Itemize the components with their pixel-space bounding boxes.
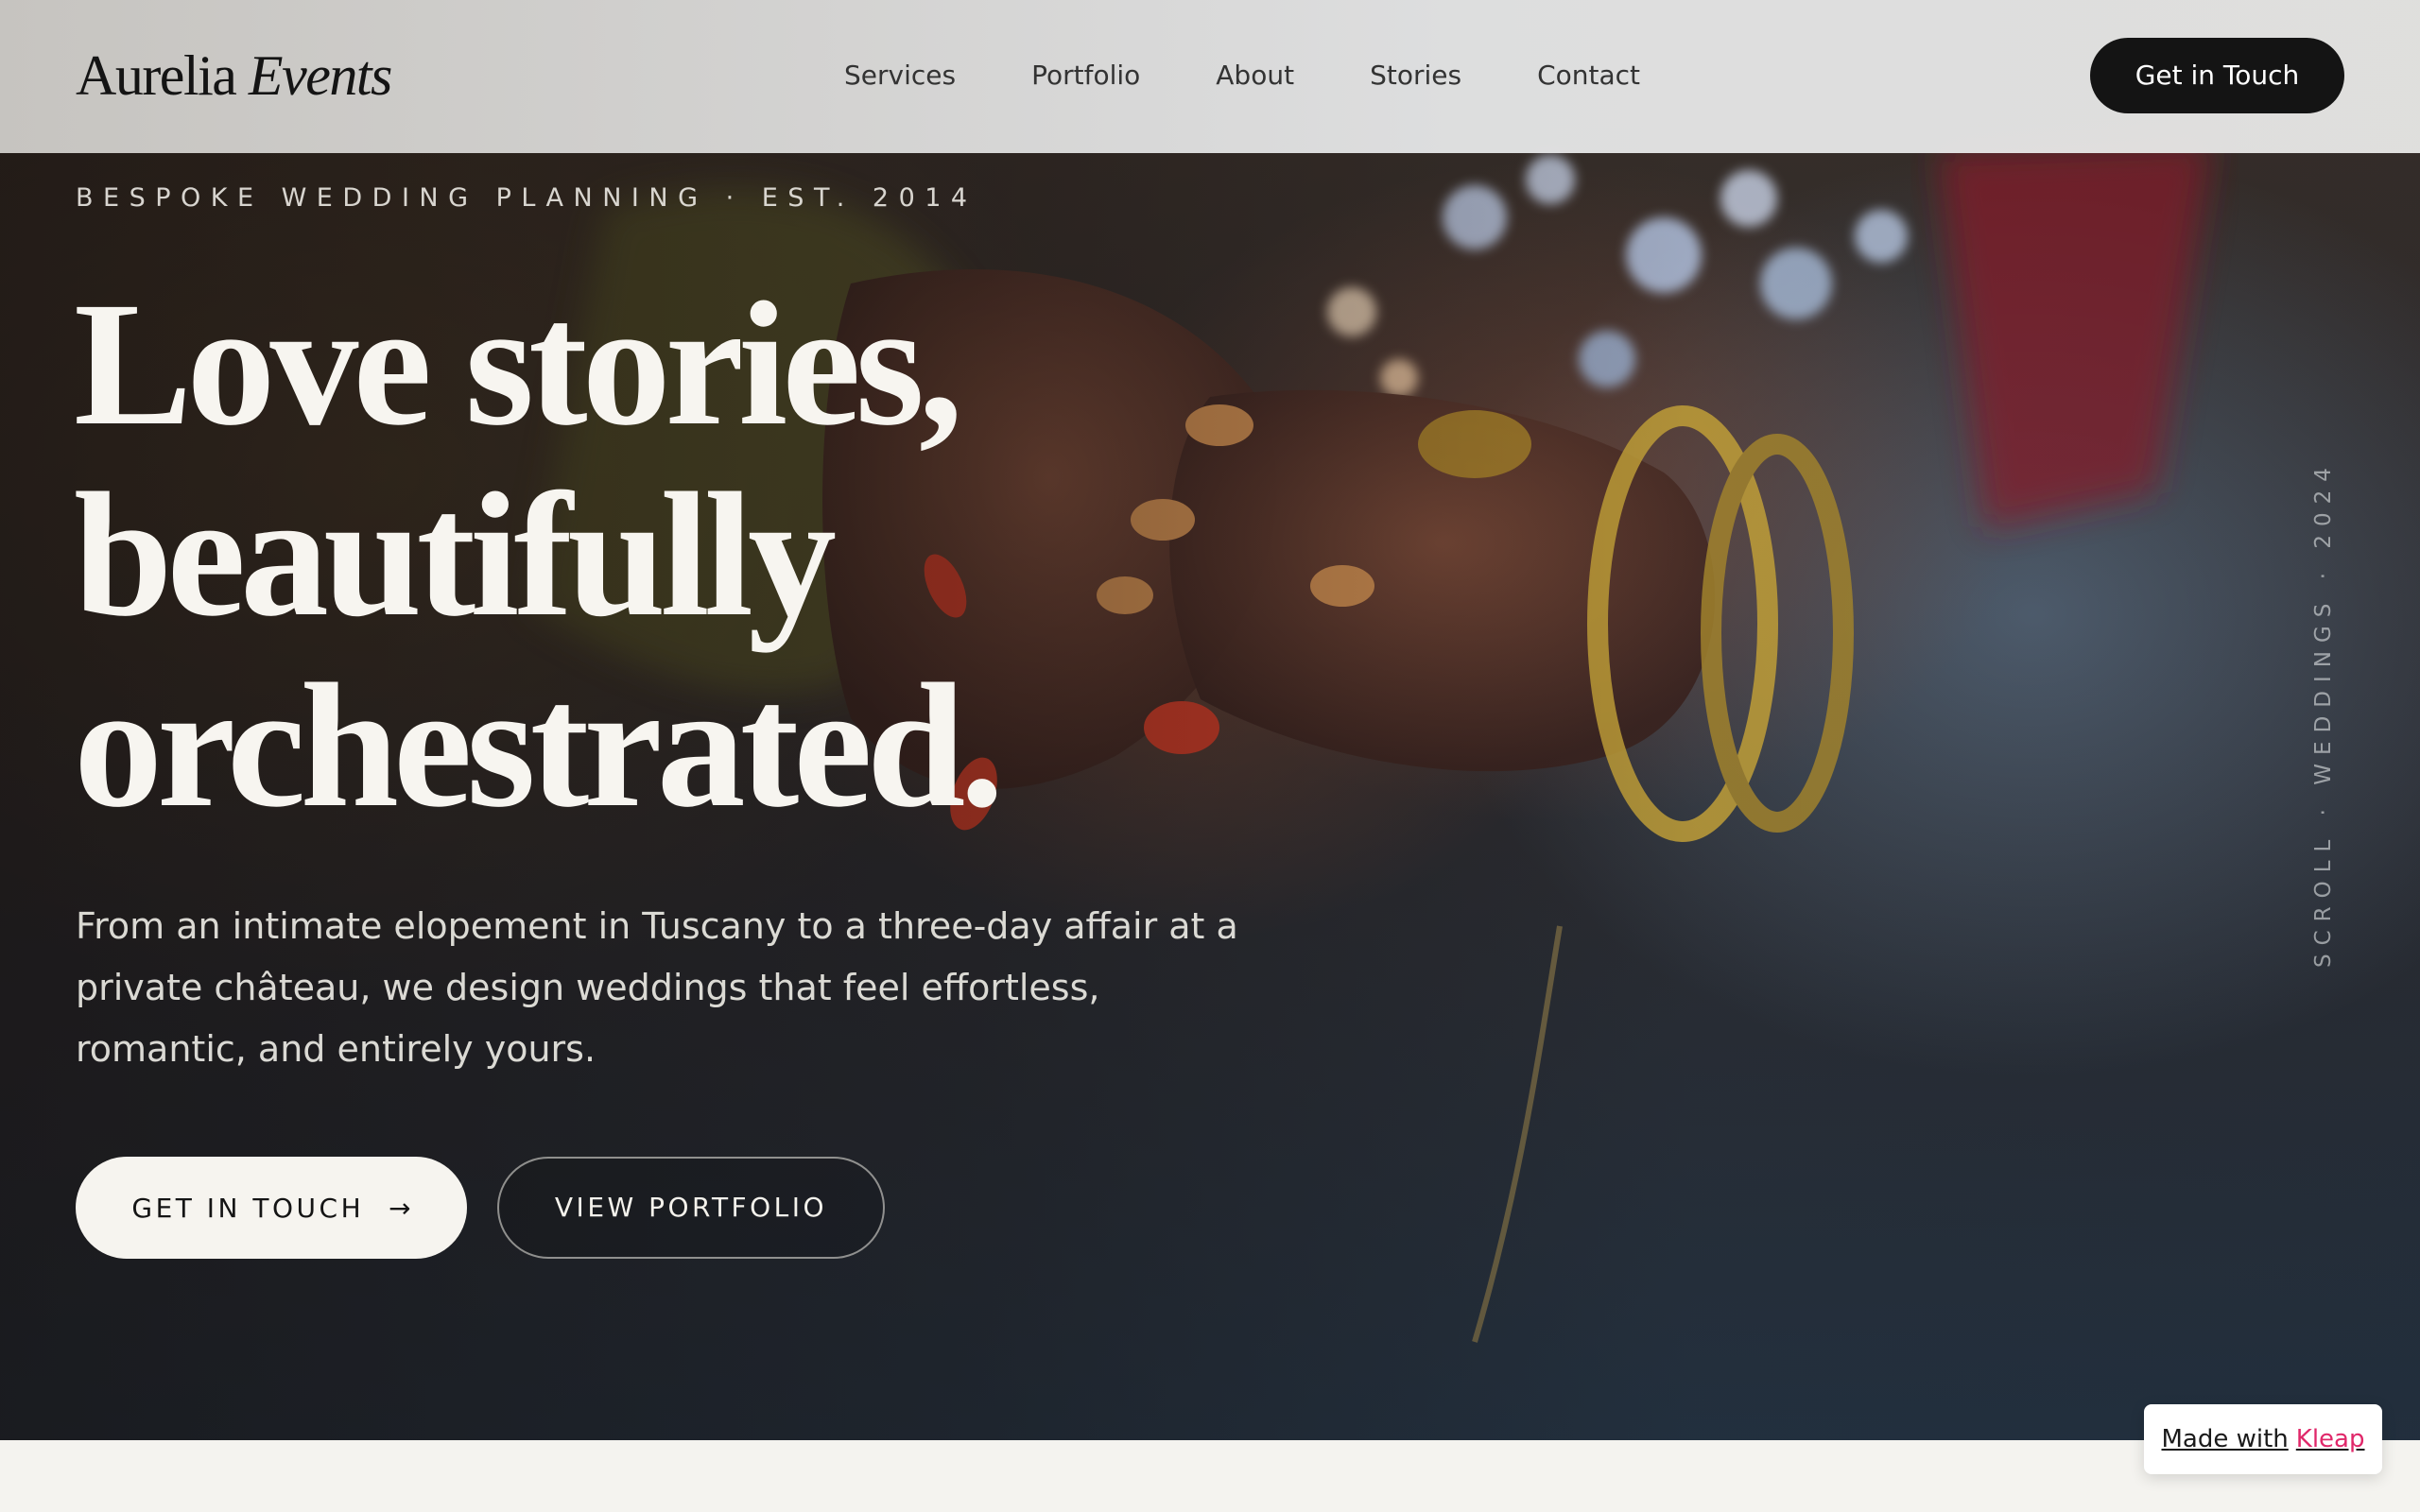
made-with-kleap-badge[interactable]: Made with Kleap xyxy=(2144,1404,2382,1474)
hero-headline: Love stories, beautifully orchestrated. xyxy=(74,268,1208,841)
header-get-in-touch-button[interactable]: Get in Touch xyxy=(2090,38,2344,113)
nav-services[interactable]: Services xyxy=(844,55,956,96)
get-in-touch-label: GET IN TOUCH xyxy=(131,1192,365,1224)
nav-stories[interactable]: Stories xyxy=(1370,55,1461,96)
headline-line-2: beautifully xyxy=(74,455,837,653)
hero-description: From an intimate elopement in Tuscany to… xyxy=(76,905,1238,1070)
nav-contact[interactable]: Contact xyxy=(1537,55,1640,96)
get-in-touch-button[interactable]: GET IN TOUCH → xyxy=(76,1157,467,1259)
next-section-edge xyxy=(0,1440,2420,1512)
main-nav: Services Portfolio About Stories Contact xyxy=(844,55,1640,96)
brand-name-italic: Events xyxy=(248,44,392,107)
badge-brand: Kleap xyxy=(2295,1425,2365,1453)
headline-line-3: orchestrated. xyxy=(74,646,1004,844)
brand-name: Aurelia xyxy=(76,44,237,107)
arrow-right-icon: → xyxy=(389,1192,411,1224)
hero-section: BESPOKE WEDDING PLANNING · EST. 2014 Lov… xyxy=(0,0,2420,1440)
view-portfolio-button[interactable]: VIEW PORTFOLIO xyxy=(497,1157,885,1259)
nav-about[interactable]: About xyxy=(1216,55,1294,96)
badge-prefix: Made with xyxy=(2161,1425,2289,1453)
hero-eyebrow: BESPOKE WEDDING PLANNING · EST. 2014 xyxy=(76,183,977,213)
headline-line-1: Love stories, xyxy=(74,265,963,462)
brand-logo[interactable]: Aurelia Events xyxy=(76,38,392,113)
scroll-indicator: SCROLL · WEDDINGS · 2024 xyxy=(2311,459,2336,968)
site-header: Aurelia Events Services Portfolio About … xyxy=(0,0,2420,153)
nav-portfolio[interactable]: Portfolio xyxy=(1031,55,1140,96)
